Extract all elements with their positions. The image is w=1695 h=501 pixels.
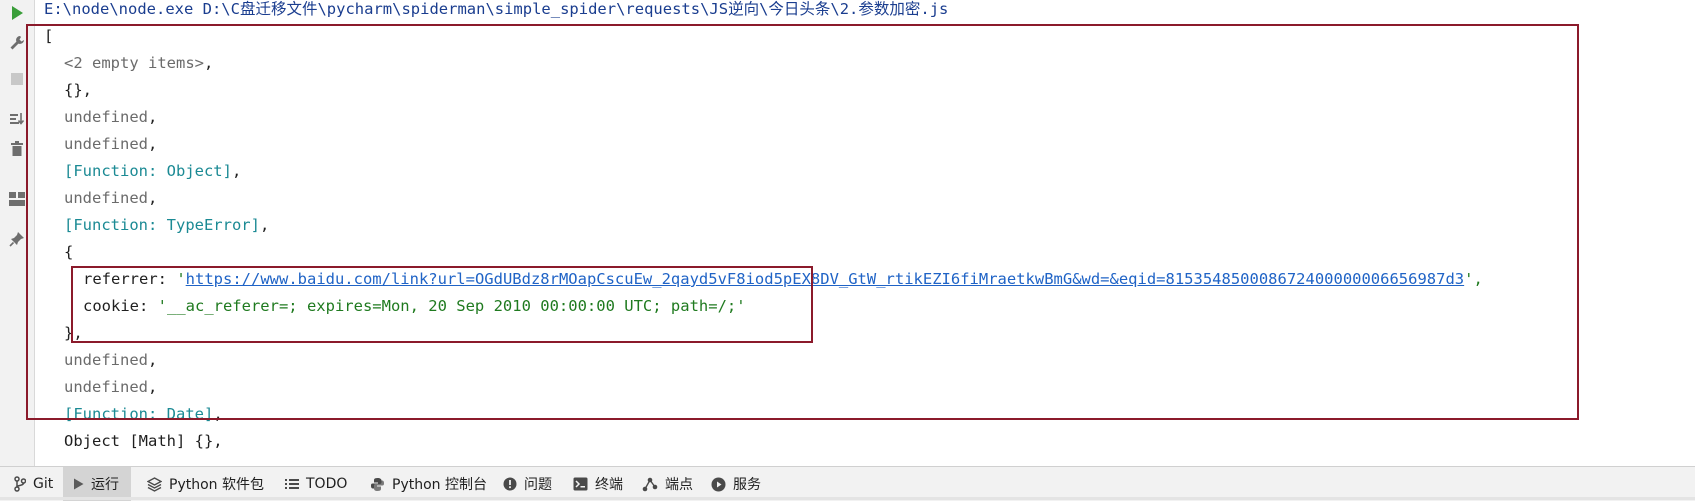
- output-line: undefined,: [64, 185, 157, 212]
- tab-label: 服务: [733, 477, 761, 493]
- tab-python-console[interactable]: Python 控制台: [360, 467, 497, 501]
- referrer-tail: ',: [1464, 270, 1483, 288]
- tab-git[interactable]: Git: [4, 467, 63, 501]
- tab-label: 问题: [524, 477, 552, 493]
- open-brace: {: [64, 243, 74, 261]
- empty-object-text: {}: [64, 81, 83, 99]
- output-line: <2 empty items>,: [64, 50, 213, 77]
- tab-endpoints[interactable]: 端点: [632, 467, 703, 501]
- output-line: undefined,: [64, 131, 157, 158]
- rerun-button[interactable]: [6, 2, 28, 24]
- function-object-text: [Function: Object]: [64, 162, 232, 180]
- quote: ': [176, 270, 186, 288]
- cookie-line: cookie: '__ac_referer=; expires=Mon, 20 …: [83, 293, 746, 320]
- output-line: [Function: TypeError],: [64, 212, 269, 239]
- function-typeerror-text: [Function: TypeError]: [64, 216, 260, 234]
- wrench-icon: [10, 36, 24, 50]
- undefined-text: undefined: [64, 351, 148, 369]
- tab-label: Python 控制台: [392, 477, 487, 493]
- math-object-text: Object [Math] {},: [64, 432, 223, 450]
- output-line: undefined,: [64, 347, 157, 374]
- tab-label: TODO: [306, 476, 348, 492]
- tab-todo[interactable]: TODO: [275, 467, 357, 501]
- console-output[interactable]: E:\node\node.exe D:\C盘迁移文件\pycharm\spide…: [34, 0, 1695, 466]
- open-bracket: [: [44, 27, 54, 45]
- close-brace: },: [64, 324, 83, 342]
- layers-icon: [147, 476, 162, 492]
- referrer-line: referrer: 'https://www.baidu.com/link?ur…: [83, 266, 1483, 293]
- undefined-text: undefined: [64, 189, 148, 207]
- comma: ,: [213, 405, 223, 423]
- comma: ,: [259, 216, 270, 234]
- trash-icon: [11, 141, 23, 156]
- stop-icon: [11, 73, 23, 85]
- referrer-key: referrer:: [83, 270, 177, 288]
- layout-button[interactable]: [6, 188, 28, 210]
- services-icon: [711, 477, 726, 491]
- comma: ,: [148, 378, 158, 396]
- output-line: [Function: Object],: [64, 158, 241, 185]
- comma: ,: [148, 135, 158, 153]
- warning-icon: [503, 477, 517, 491]
- sort-button[interactable]: [6, 108, 28, 130]
- comma: ,: [82, 81, 93, 99]
- comma: ,: [203, 54, 214, 72]
- output-line: undefined,: [64, 374, 157, 401]
- tab-label: 运行: [91, 477, 119, 493]
- output-line: undefined,: [64, 104, 157, 131]
- undefined-text: undefined: [64, 135, 148, 153]
- tab-label: Python 软件包: [169, 477, 264, 493]
- tab-problems[interactable]: 问题: [493, 467, 562, 501]
- empty-items-text: <2 empty items>: [64, 54, 204, 72]
- function-date-text: [Function: Date]: [64, 405, 214, 423]
- list-icon: [285, 479, 299, 489]
- terminal-icon: [573, 477, 588, 491]
- cookie-value: '__ac_referer=; expires=Mon, 20 Sep 2010…: [157, 297, 746, 315]
- tab-run[interactable]: 运行: [63, 467, 131, 501]
- comma: ,: [148, 108, 158, 126]
- python-icon: [371, 477, 384, 491]
- output-line: {},: [64, 77, 92, 104]
- stop-button[interactable]: [6, 68, 28, 90]
- undefined-text: undefined: [64, 378, 148, 396]
- pin-button[interactable]: [6, 228, 28, 250]
- tab-services[interactable]: 服务: [701, 467, 771, 501]
- referrer-link[interactable]: https://www.baidu.com/link?url=OGdUBdz8r…: [186, 270, 1464, 288]
- layout-icon: [9, 192, 25, 206]
- play-icon: [12, 6, 23, 20]
- tab-label: Git: [33, 476, 54, 492]
- run-toolbar: [0, 0, 35, 466]
- play-icon: [74, 478, 84, 490]
- output-line: [Function: Date],: [64, 401, 223, 428]
- git-branch-icon: [14, 476, 26, 492]
- endpoints-icon: [642, 477, 658, 492]
- pin-icon: [9, 232, 24, 247]
- undefined-text: undefined: [64, 108, 148, 126]
- tool-window-bar: Git 运行 Python 软件包 TODO Python 控制台 问题 终端 …: [0, 466, 1695, 501]
- comma: ,: [148, 189, 158, 207]
- comma: ,: [148, 351, 158, 369]
- tab-terminal[interactable]: 终端: [563, 467, 633, 501]
- wrench-button[interactable]: [6, 32, 28, 54]
- tab-label: 端点: [665, 477, 693, 493]
- run-command: E:\node\node.exe D:\C盘迁移文件\pycharm\spide…: [44, 0, 949, 18]
- comma: ,: [231, 162, 242, 180]
- tab-python-packages[interactable]: Python 软件包: [137, 467, 274, 501]
- sort-icon: [10, 113, 25, 125]
- clear-button[interactable]: [6, 138, 28, 160]
- cookie-key: cookie:: [83, 297, 158, 315]
- tab-label: 终端: [595, 477, 623, 493]
